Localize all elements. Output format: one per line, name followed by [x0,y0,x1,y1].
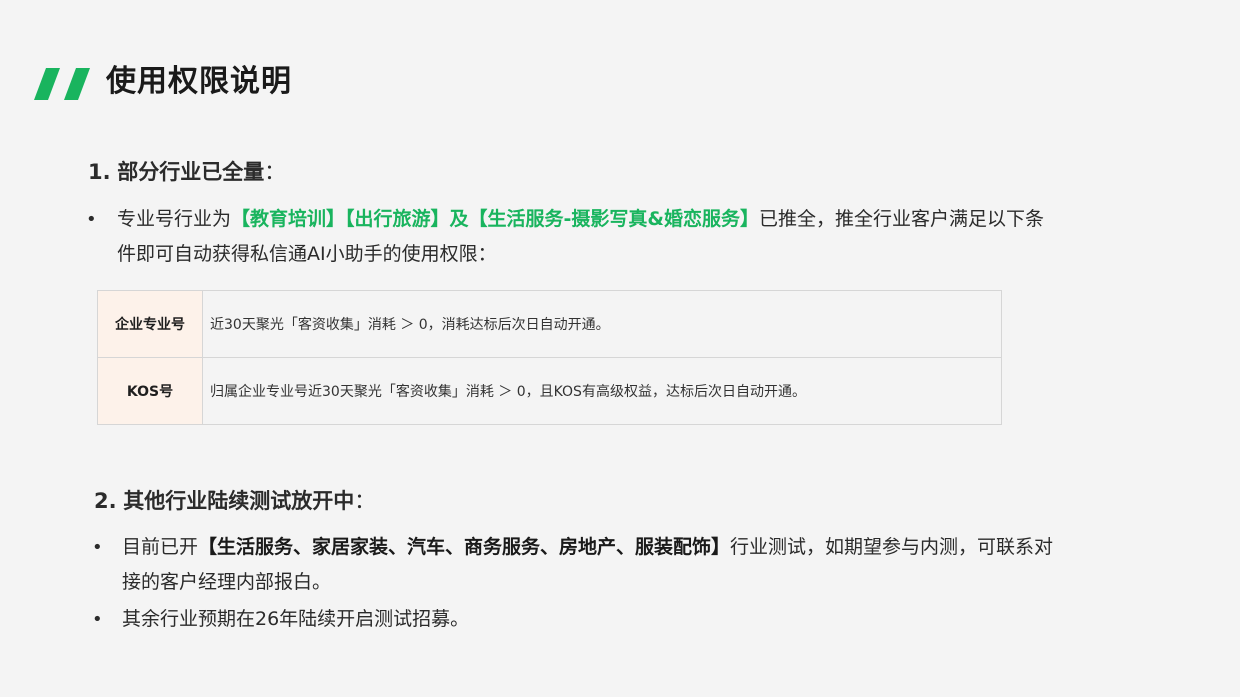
section2-bullet2-text: 其余行业预期在26年陆续开启测试招募。 [122,608,470,630]
bullet-dot: • [86,209,97,230]
table-row: KOS号 归属企业专业号近30天聚光「客资收集」消耗 ＞ 0，且KOS有高级权益… [97,357,1002,425]
section1-bullet-tail-line1: 已推全，推全行业客户满足以下条 [758,208,1044,230]
section2-bullet2: • 其余行业预期在26年陆续开启测试招募。 [92,602,1152,637]
section2-bullet1-lead: 目前已开 [122,536,199,558]
section2-number: 2. [94,489,117,513]
section2-bullet1-tail-line1: 行业测试，如期望参与内测，可联系对 [730,536,1054,558]
section1-bullet: • 专业号行业为【教育培训】【出行旅游】及【生活服务-摄影写真&婚恋服务】已推全… [86,202,1156,272]
bullet-dot: • [92,537,103,558]
table-cell-label: KOS号 [97,357,203,425]
title-slash-mark-icon [34,68,90,100]
section2-bullet1-highlight: 【生活服务、家居家装、汽车、商务服务、房地产、服装配饰】 [198,536,731,558]
table-row: 企业专业号 近30天聚光「客资收集」消耗 ＞ 0，消耗达标后次日自动开通。 [97,290,1002,358]
section1-number: 1. [88,160,111,184]
section1-bullet-tail-line2: 件即可自动获得私信通AI小助手的使用权限： [117,243,497,265]
section1-colon: ： [264,160,286,184]
permission-table: 企业专业号 近30天聚光「客资收集」消耗 ＞ 0，消耗达标后次日自动开通。 KO… [97,290,1002,425]
section1-title: 部分行业已全量 [117,160,265,184]
page-title: 使用权限说明 [106,64,292,99]
section2-colon: ： [354,489,376,513]
section2-bullet1-tail-line2: 接的客户经理内部报白。 [122,571,332,593]
section2-title: 其他行业陆续测试放开中 [123,489,355,513]
section2-bullet1: • 目前已开【生活服务、家居家装、汽车、商务服务、房地产、服装配饰】行业测试，如… [92,530,1152,600]
bullet-dot: • [92,609,103,630]
section1-bullet-lead: 专业号行业为 [117,208,232,230]
table-cell-label: 企业专业号 [97,290,203,358]
section1-heading: 1. 部分行业已全量： [88,157,285,187]
section1-bullet-highlight: 【教育培训】【出行旅游】及【生活服务-摄影写真&婚恋服务】 [231,208,759,230]
section2-heading: 2. 其他行业陆续测试放开中： [94,486,375,516]
table-cell-desc: 近30天聚光「客资收集」消耗 ＞ 0，消耗达标后次日自动开通。 [202,290,1002,358]
table-cell-desc: 归属企业专业号近30天聚光「客资收集」消耗 ＞ 0，且KOS有高级权益，达标后次… [202,357,1002,425]
